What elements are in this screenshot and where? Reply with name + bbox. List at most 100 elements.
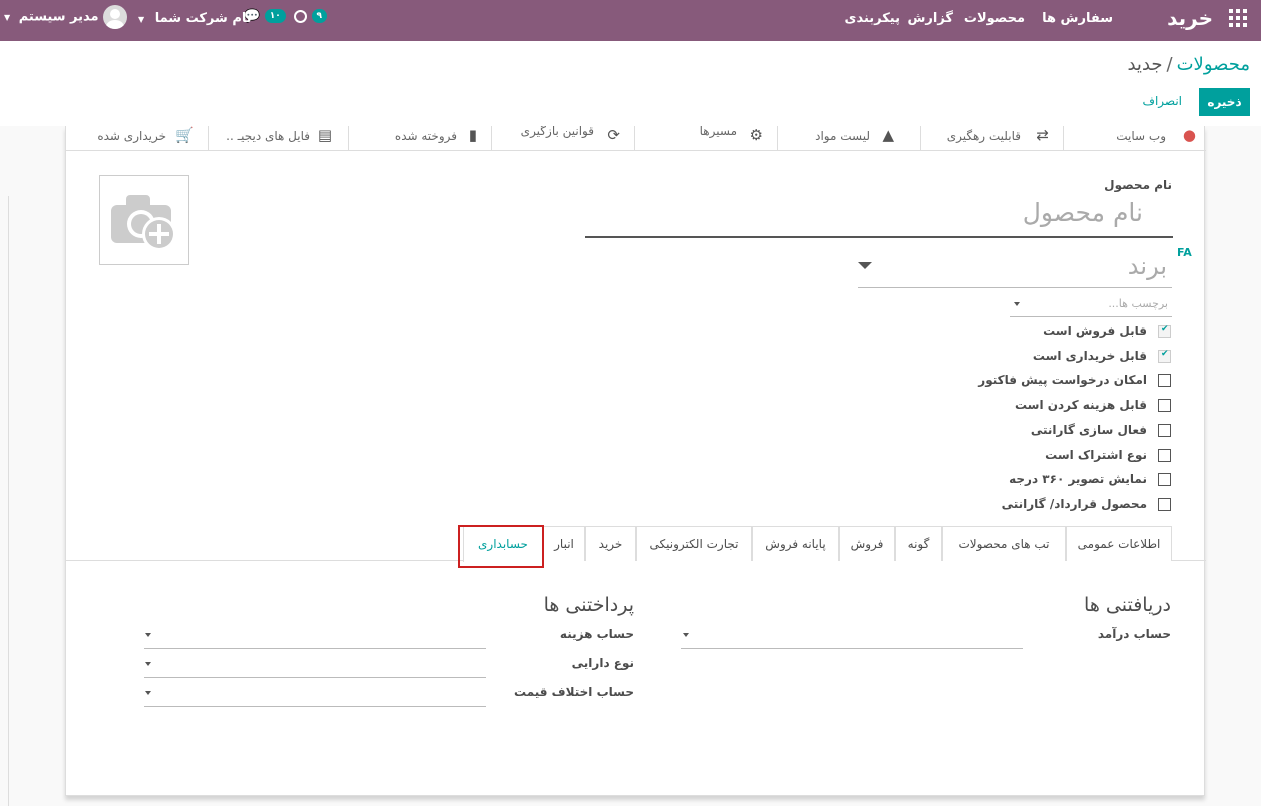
tab-inventory[interactable]: انبار: [543, 526, 585, 561]
form-sheet: ● وب سایت ⇄ قابلیت رهگیری ▲ لیست مواد ⚙ …: [65, 126, 1206, 796]
tab-sales[interactable]: فروش: [839, 526, 895, 561]
company-switcher[interactable]: نام شرکت شما ▼: [138, 11, 252, 26]
avatar: [103, 5, 128, 29]
menu-products[interactable]: محصولات: [964, 11, 1025, 26]
smart-button-label: وب سایت: [1116, 129, 1166, 143]
tab-general-information[interactable]: اطلاعات عمومی: [1066, 526, 1172, 561]
user-menu[interactable]: مدیر سیستم ▼: [4, 5, 128, 29]
checkbox[interactable]: [1158, 424, 1171, 437]
checkbox[interactable]: [1158, 498, 1171, 511]
messages-count-badge: ۱۰: [264, 9, 286, 23]
discard-button[interactable]: انصراف: [1143, 94, 1182, 108]
activity-menu[interactable]: ۹: [294, 9, 328, 24]
checkbox-checked[interactable]: [1158, 349, 1171, 363]
income-account-label: حساب درآمد: [1097, 627, 1171, 641]
app-brand[interactable]: خرید: [1167, 6, 1213, 30]
brand-placeholder: برند: [1127, 252, 1167, 280]
checkbox-row[interactable]: قابل هزینه کردن است: [1014, 398, 1171, 412]
product-name-label: نام محصول: [1104, 178, 1172, 192]
checkbox-row[interactable]: قابل فروش است: [1043, 324, 1171, 338]
caret-down-icon: [145, 633, 151, 637]
smart-button-purchased[interactable]: 🛒 خریداری شده: [66, 126, 208, 150]
tab-product-tabs[interactable]: تب های محصولات: [942, 526, 1066, 561]
globe-icon: ●: [1182, 126, 1196, 144]
exchange-icon: ⇄: [1036, 126, 1049, 144]
top-navbar: خرید سفارش ها محصولات گزارش پیکربندی ۹ ۱…: [0, 0, 1261, 41]
translate-button[interactable]: FA: [1177, 246, 1192, 259]
smart-button-label: فایل های دیجیـ ..: [226, 129, 310, 143]
checkbox-label: قابل خریداری است: [1032, 349, 1147, 363]
checkbox-row[interactable]: امکان درخواست پیش فاکتور: [978, 373, 1171, 387]
smart-button-traceability[interactable]: ⇄ قابلیت رهگیری: [920, 126, 1063, 150]
caret-down-icon: [145, 691, 151, 695]
cart-icon: 🛒: [175, 126, 194, 144]
menu-reporting[interactable]: گزارش: [907, 11, 953, 26]
checkbox[interactable]: [1158, 449, 1171, 462]
product-name-input[interactable]: نام محصول: [585, 196, 1173, 238]
tab-point-of-sale[interactable]: پایانه فروش: [752, 526, 839, 561]
caret-down-icon: ▼: [138, 15, 145, 24]
smart-button-sold[interactable]: ▮ فروخته شده: [348, 126, 491, 150]
caret-down-icon: [683, 633, 689, 637]
menu-orders[interactable]: سفارش ها: [1042, 11, 1113, 26]
price-difference-label: حساب اختلاف قیمت: [514, 685, 634, 699]
checkbox[interactable]: [1158, 473, 1171, 486]
smart-button-website[interactable]: ● وب سایت: [1063, 126, 1206, 150]
caret-down-icon: [858, 262, 872, 269]
refresh-icon: ⟳: [607, 126, 620, 144]
checkbox[interactable]: [1158, 399, 1171, 412]
brand-select[interactable]: برند: [858, 246, 1172, 288]
asset-type-label: نوع دارایی: [571, 656, 634, 670]
checkbox-checked[interactable]: [1158, 324, 1171, 338]
checkbox-row[interactable]: نوع اشتراک است: [1045, 448, 1171, 462]
menu-configuration[interactable]: پیکربندی: [845, 11, 900, 26]
expense-account-label: حساب هزینه: [559, 627, 634, 641]
smart-button-routes[interactable]: ⚙ مسیرها: [634, 126, 777, 150]
breadcrumb-products[interactable]: محصولات: [1177, 54, 1250, 75]
income-account-select[interactable]: [681, 648, 1023, 649]
smart-button-label: خریداری شده: [97, 129, 166, 143]
smart-button-reordering-rules[interactable]: ⟳ قوانین بازگیری: [491, 126, 634, 150]
user-name: مدیر سیستم: [18, 9, 99, 25]
smart-button-label: قابلیت رهگیری: [946, 129, 1021, 143]
product-name-placeholder: نام محصول: [1022, 198, 1143, 227]
checkbox-label: محصول قرارداد/ گارانتی: [1001, 497, 1147, 511]
caret-down-icon: [1014, 302, 1020, 306]
checkbox-label: نمایش تصویر ۳۶۰ درجه: [1009, 472, 1147, 486]
smart-buttons: ● وب سایت ⇄ قابلیت رهگیری ▲ لیست مواد ⚙ …: [66, 126, 1206, 151]
checkbox-row[interactable]: نمایش تصویر ۳۶۰ درجه: [1009, 472, 1171, 486]
expense-account-select[interactable]: [144, 648, 486, 649]
smart-button-digital-files[interactable]: ▤ فایل های دیجیـ ..: [208, 126, 348, 150]
apps-menu-icon[interactable]: [1229, 9, 1247, 27]
tab-purchase[interactable]: خرید: [585, 526, 636, 561]
clock-icon: [294, 10, 307, 23]
smart-button-label: قوانین بازگیری: [520, 126, 594, 138]
payables-title: پرداختنی ها: [543, 594, 634, 616]
checkbox-row[interactable]: محصول قرارداد/ گارانتی: [1001, 497, 1171, 511]
checkbox-label: قابل فروش است: [1043, 324, 1147, 338]
checkbox[interactable]: [1158, 374, 1171, 387]
checkbox-row[interactable]: قابل خریداری است: [1032, 349, 1171, 363]
checkbox-label: فعال سازی گارانتی: [1030, 423, 1147, 437]
tags-placeholder: برچسب ها...: [1108, 297, 1168, 310]
checkbox-label: قابل هزینه کردن است: [1014, 398, 1147, 412]
messaging-menu[interactable]: ۱۰ 💬: [244, 9, 286, 24]
tags-input[interactable]: برچسب ها...: [1010, 293, 1172, 317]
smart-button-bom[interactable]: ▲ لیست مواد: [777, 126, 920, 150]
price-difference-select[interactable]: [144, 706, 486, 707]
checkbox-row[interactable]: فعال سازی گارانتی: [1030, 423, 1171, 437]
product-image-field[interactable]: [99, 175, 189, 265]
checkbox-label: امکان درخواست پیش فاکتور: [978, 373, 1147, 387]
caret-down-icon: [145, 662, 151, 666]
breadcrumb-current: جدید: [1127, 54, 1163, 75]
tab-ecommerce[interactable]: تجارت الکترونیکی: [636, 526, 752, 561]
caret-down-icon: ▼: [4, 12, 11, 22]
asset-type-select[interactable]: [144, 677, 486, 678]
checkbox-label: نوع اشتراک است: [1045, 448, 1147, 462]
smart-button-label: مسیرها: [699, 126, 737, 138]
breadcrumb-separator: /: [1166, 54, 1173, 75]
tab-variants[interactable]: گونه: [895, 526, 942, 561]
save-button[interactable]: ذخیره: [1199, 88, 1250, 116]
receivables-title: دریافتنی ها: [1084, 594, 1171, 616]
flask-icon: ▲: [882, 126, 894, 144]
